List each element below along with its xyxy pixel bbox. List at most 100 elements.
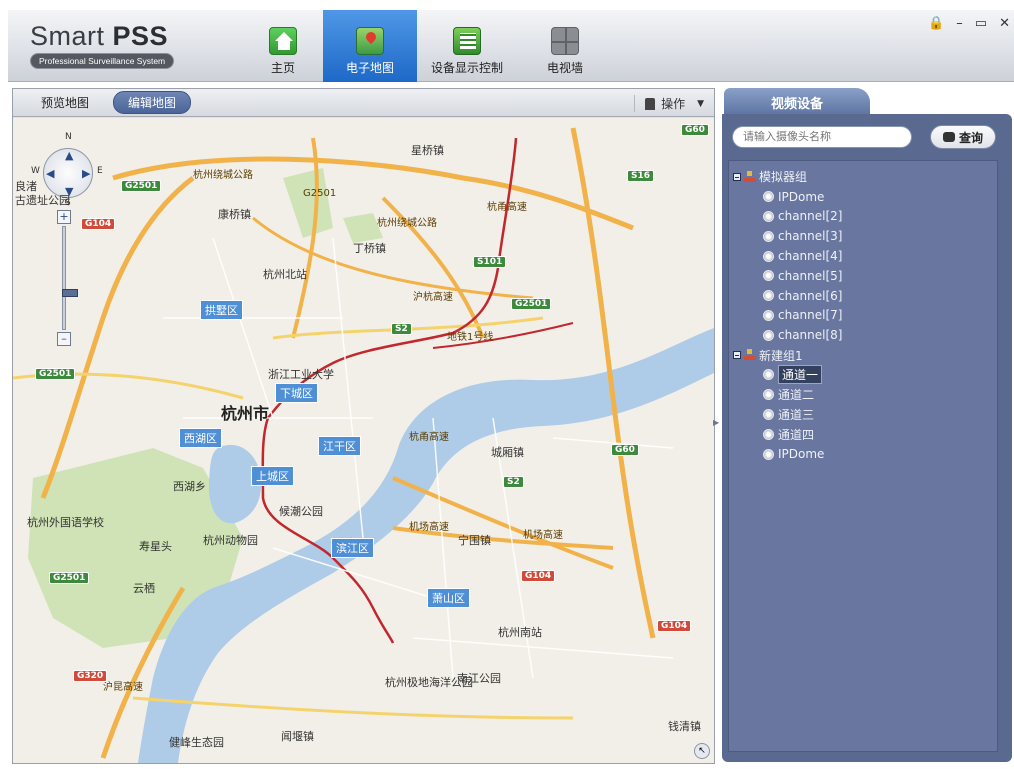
- tree-channel-selected[interactable]: 通道一: [729, 365, 997, 385]
- tree-channel[interactable]: 通道二: [729, 385, 997, 405]
- nav-tv-wall-button[interactable]: 电视墙: [518, 10, 612, 82]
- nav-home-button[interactable]: 主页: [236, 10, 330, 82]
- tree-channel[interactable]: IPDome: [729, 444, 997, 464]
- zoom-in-button[interactable]: +: [57, 210, 71, 224]
- minimize-button[interactable]: –: [956, 16, 963, 31]
- app-logo: Smart PSS Professional Surveillance Syst…: [30, 21, 175, 69]
- district-label: 滨江区: [331, 538, 374, 558]
- place-label: 杭州动物园: [203, 534, 258, 547]
- nav-device-display-label: 设备显示控制: [430, 61, 503, 75]
- highway-shield: G60: [611, 444, 639, 456]
- close-button[interactable]: ✕: [999, 16, 1010, 31]
- tree-channel[interactable]: IPDome: [729, 187, 997, 207]
- camera-icon: [763, 270, 774, 282]
- device-tree: 模拟器组 IPDome channel[2] channel[3] channe…: [728, 160, 998, 752]
- highway-shield: G60: [681, 124, 709, 136]
- place-label: 浙江工业大学: [268, 368, 334, 381]
- tree-channel-label: 通道一: [778, 365, 823, 385]
- tree-channel[interactable]: channel[3]: [729, 226, 997, 246]
- district-label: 下城区: [275, 383, 318, 403]
- tab-video-devices[interactable]: 视频设备: [724, 88, 870, 116]
- zoom-thumb[interactable]: [62, 289, 78, 297]
- splitter-handle[interactable]: ▶: [713, 418, 719, 428]
- place-label: 寿星头: [139, 540, 172, 553]
- place-label: 西湖乡: [173, 480, 206, 493]
- tree-channel[interactable]: channel[7]: [729, 306, 997, 326]
- place-label: 健峰生态园: [169, 736, 224, 749]
- tree-channel[interactable]: 通道四: [729, 424, 997, 444]
- district-label: 上城区: [251, 466, 294, 486]
- map-pane: 预览地图 编辑地图 操作 ▼ ▲ ◀ ▶ ▼ N W E S + – 杭州市 拱…: [12, 88, 715, 764]
- tree-channel[interactable]: 通道三: [729, 405, 997, 425]
- pan-left-icon[interactable]: ◀: [46, 167, 54, 180]
- tree-channel[interactable]: channel[5]: [729, 266, 997, 286]
- place-label: 杭州南站: [498, 626, 542, 639]
- tree-channel-label: IPDome: [778, 447, 825, 462]
- place-label: 钱清镇: [668, 720, 701, 733]
- lock-icon[interactable]: 🔒: [928, 16, 944, 31]
- highway-shield: G2501: [35, 368, 76, 380]
- place-label: 古遗址公园: [15, 194, 70, 207]
- map-canvas[interactable]: ▲ ◀ ▶ ▼ N W E S + – 杭州市 拱墅区 下城区 西湖区 江干区 …: [13, 118, 714, 763]
- district-label: 西湖区: [179, 428, 222, 448]
- tree-channel[interactable]: channel[2]: [729, 207, 997, 227]
- tree-channel[interactable]: channel[6]: [729, 286, 997, 306]
- tree-channel-label: channel[3]: [778, 229, 843, 244]
- home-icon: [269, 27, 297, 55]
- tree-channel[interactable]: channel[4]: [729, 246, 997, 266]
- tree-channel-label: channel[4]: [778, 249, 843, 264]
- road-label: 杭州绕城公路: [193, 170, 253, 181]
- tree-channel[interactable]: channel[8]: [729, 325, 997, 345]
- place-label: 闻堰镇: [281, 730, 314, 743]
- top-toolbar: Smart PSS Professional Surveillance Syst…: [8, 10, 1014, 82]
- road-label: 杭州绕城公路: [377, 218, 437, 229]
- nav-device-display-button[interactable]: 设备显示控制: [420, 10, 514, 82]
- road-label: 沪昆高速: [103, 682, 143, 693]
- nav-home-label: 主页: [270, 61, 295, 75]
- zoom-slider[interactable]: + –: [57, 210, 78, 348]
- road-label: 机场高速: [523, 530, 563, 541]
- maximize-button[interactable]: ▭: [975, 16, 987, 31]
- query-button[interactable]: 查询: [930, 125, 996, 149]
- tab-edit-map[interactable]: 编辑地图: [113, 91, 192, 114]
- place-label: 候潮公园: [279, 505, 323, 518]
- highway-shield: G2501: [49, 572, 90, 584]
- zoom-out-button[interactable]: –: [57, 332, 71, 346]
- tree-group[interactable]: 模拟器组: [729, 167, 997, 187]
- highway-shield: S101: [473, 256, 507, 268]
- highway-shield: G320: [73, 670, 108, 682]
- app-name-bold: PSS: [112, 21, 169, 51]
- district-label: 萧山区: [427, 588, 470, 608]
- collapse-icon[interactable]: [733, 172, 741, 181]
- map-corner-toggle[interactable]: ↖: [694, 743, 710, 759]
- camera-icon: [763, 230, 774, 242]
- compass-north: N: [65, 132, 72, 142]
- map-pan-control[interactable]: ▲ ◀ ▶ ▼: [43, 148, 93, 198]
- device-group-icon: [744, 349, 756, 361]
- map-tabs: 预览地图 编辑地图 操作 ▼: [13, 89, 714, 117]
- operations-menu[interactable]: 操作 ▼: [634, 95, 704, 112]
- tree-group-label: 新建组1: [759, 348, 803, 363]
- camera-icon: [763, 369, 774, 381]
- camera-icon: [763, 329, 774, 341]
- tree-channel-label: channel[7]: [778, 308, 843, 323]
- place-label: 云栖: [133, 582, 155, 595]
- tree-channel-label: 通道二: [778, 388, 815, 403]
- tree-channel-label: channel[2]: [778, 209, 843, 224]
- collapse-icon[interactable]: [733, 351, 741, 360]
- query-label: 查询: [958, 130, 983, 145]
- district-label: 江干区: [318, 436, 361, 456]
- road-label: 杭甬高速: [409, 432, 449, 443]
- pan-right-icon[interactable]: ▶: [82, 167, 90, 180]
- tab-preview-map[interactable]: 预览地图: [27, 92, 103, 113]
- nav-emap-button[interactable]: 电子地图: [323, 10, 417, 82]
- device-panel: 视频设备 查询 模拟器组 IPDome channel[2] channel[3…: [720, 84, 1014, 764]
- camera-icon: [763, 191, 774, 203]
- device-panel-body: 查询 模拟器组 IPDome channel[2] channel[3] cha…: [722, 114, 1012, 762]
- pan-up-icon[interactable]: ▲: [65, 149, 73, 162]
- tree-group[interactable]: 新建组1: [729, 345, 997, 365]
- device-group-icon: [744, 170, 756, 183]
- camera-search-input[interactable]: [732, 126, 912, 148]
- zoom-track[interactable]: [62, 226, 78, 330]
- operations-label: 操作: [661, 97, 686, 111]
